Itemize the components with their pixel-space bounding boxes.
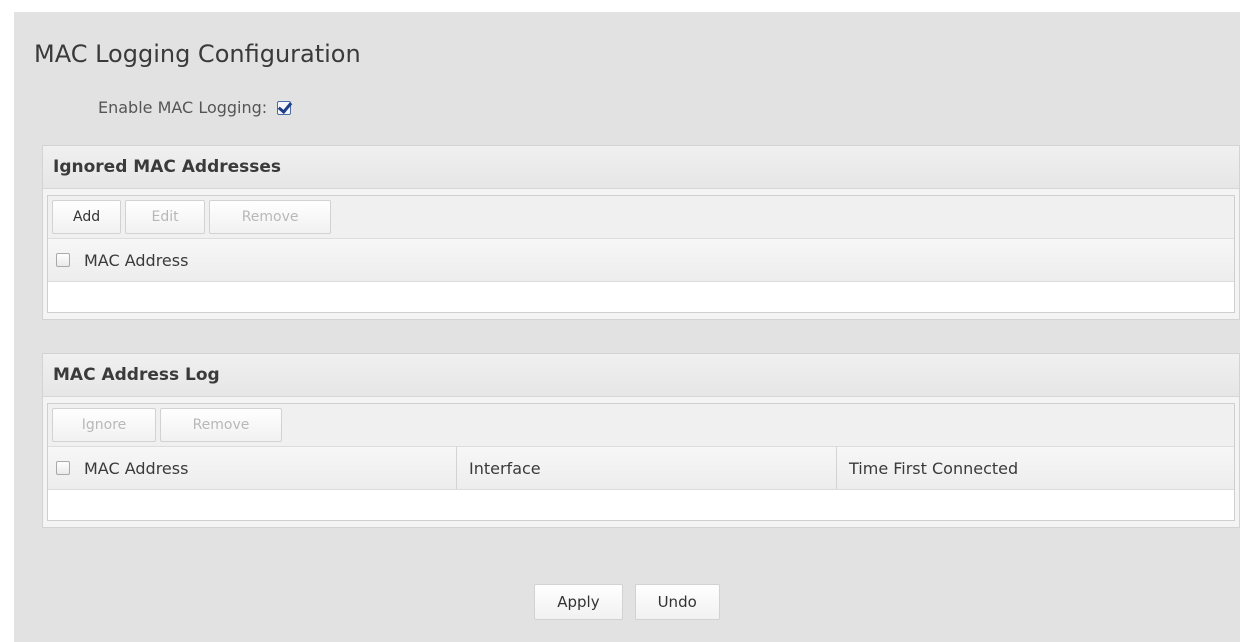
undo-button[interactable]: Undo: [634, 584, 720, 620]
enable-mac-logging-label: Enable MAC Logging:: [98, 98, 268, 117]
apply-button[interactable]: Apply: [534, 584, 623, 620]
ignored-mac-section: Ignored MAC Addresses Add Edit Remove MA…: [42, 145, 1240, 320]
ignored-mac-toolbar: Add Edit Remove: [48, 196, 1234, 239]
column-time-first-connected: Time First Connected: [836, 447, 1234, 489]
column-time-first-connected-label: Time First Connected: [849, 458, 1019, 478]
remove-button[interactable]: Remove: [209, 200, 332, 234]
column-mac-address: MAC Address: [48, 239, 1234, 281]
mac-address-log-grid: Ignore Remove MAC Address Interface Time…: [47, 403, 1235, 521]
select-all-checkbox[interactable]: [56, 253, 70, 267]
select-all-checkbox[interactable]: [56, 461, 70, 475]
mac-logging-panel: MAC Logging Configuration Enable MAC Log…: [14, 12, 1240, 642]
enable-mac-logging-row: Enable MAC Logging:: [98, 98, 292, 117]
log-remove-button[interactable]: Remove: [160, 408, 282, 442]
mac-address-log-grid-header: MAC Address Interface Time First Connect…: [48, 447, 1234, 490]
form-actions: Apply Undo: [14, 584, 1240, 620]
mac-address-log-section-title: MAC Address Log: [43, 354, 1239, 397]
page-title: MAC Logging Configuration: [34, 40, 361, 68]
ignored-mac-grid-body: [48, 282, 1234, 312]
column-mac-address-label: MAC Address: [84, 250, 189, 270]
mac-address-log-grid-body: [48, 490, 1234, 520]
add-button[interactable]: Add: [52, 200, 122, 234]
edit-button[interactable]: Edit: [125, 200, 206, 234]
column-mac-address-label: MAC Address: [84, 458, 189, 478]
mac-address-log-section: MAC Address Log Ignore Remove MAC Addres…: [42, 353, 1240, 528]
ignored-mac-grid-header: MAC Address: [48, 239, 1234, 282]
ignore-button[interactable]: Ignore: [52, 408, 156, 442]
ignored-mac-grid: Add Edit Remove MAC Address: [47, 195, 1235, 313]
column-interface: Interface: [456, 447, 836, 489]
mac-address-log-toolbar: Ignore Remove: [48, 404, 1234, 447]
ignored-mac-section-title: Ignored MAC Addresses: [43, 146, 1239, 189]
column-interface-label: Interface: [469, 458, 541, 478]
column-mac-address: MAC Address: [48, 447, 456, 489]
enable-mac-logging-checkbox[interactable]: [277, 100, 292, 115]
